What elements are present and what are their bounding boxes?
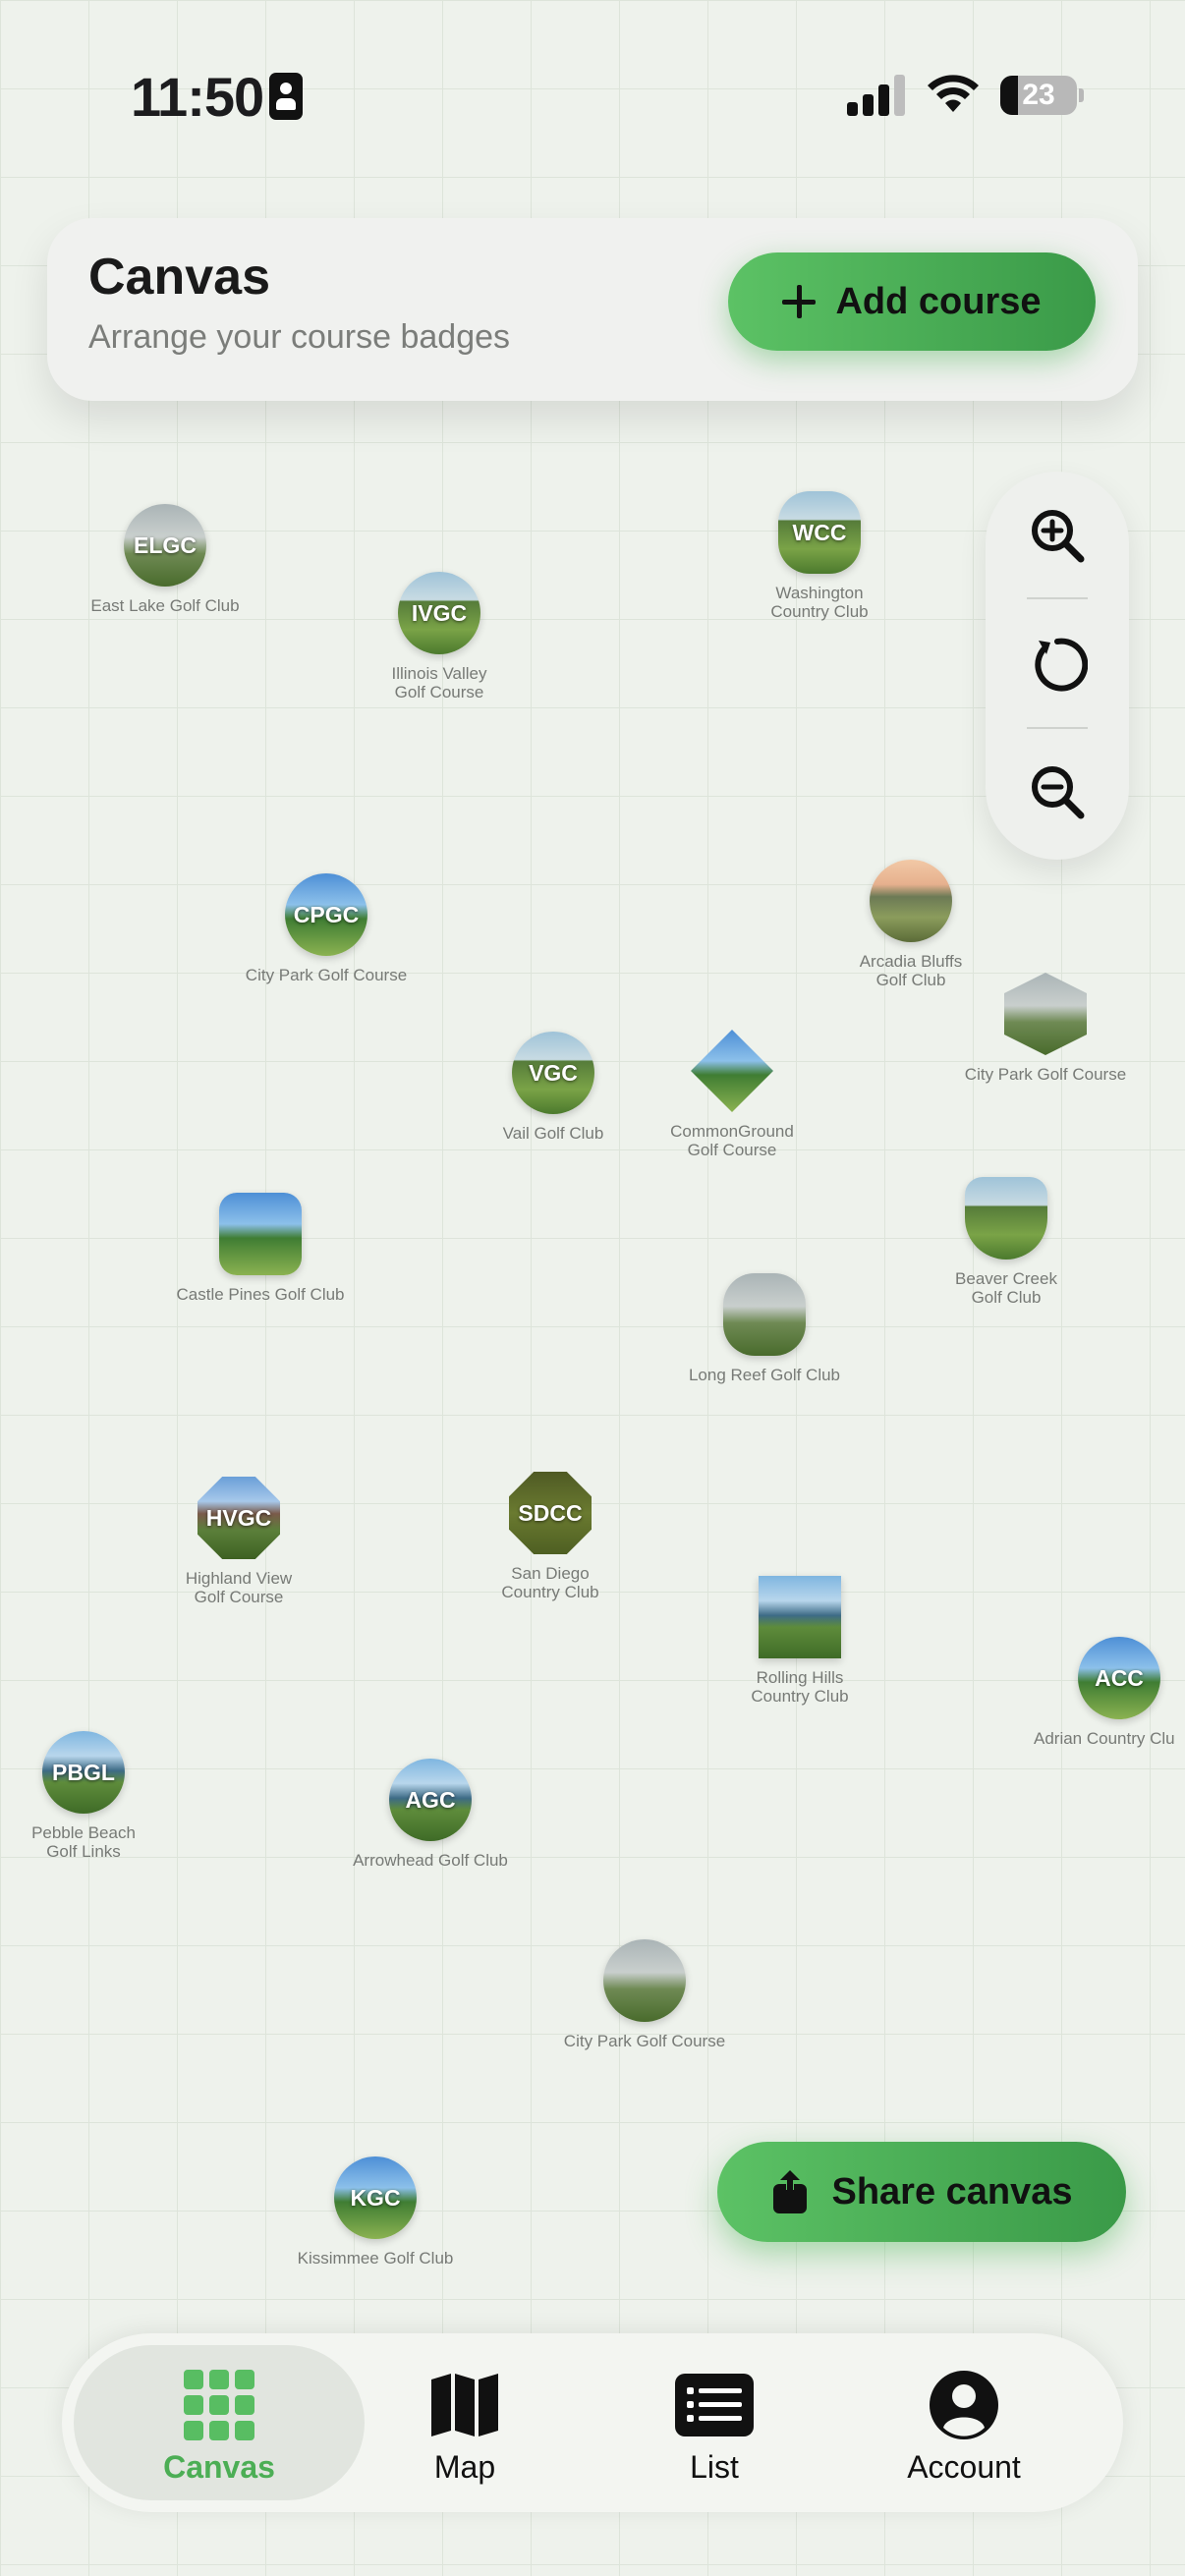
course-label: Highland View Golf Course: [185, 1569, 293, 1606]
reset-zoom-button[interactable]: [1008, 616, 1106, 714]
course-badge[interactable]: WCC: [778, 491, 861, 574]
course-badge[interactable]: [870, 860, 952, 942]
status-bar: 11:50 23: [0, 0, 1185, 187]
zoom-divider: [1027, 597, 1088, 599]
course-badge[interactable]: HVGC: [198, 1477, 280, 1559]
reset-icon: [1035, 638, 1088, 692]
course-label: City Park Golf Course: [245, 966, 408, 984]
course-label: City Park Golf Course: [964, 1065, 1127, 1084]
grid-icon: [184, 2369, 254, 2441]
course-badge[interactable]: [219, 1193, 302, 1275]
zoom-divider: [1027, 727, 1088, 729]
course-badge[interactable]: AGC: [389, 1759, 472, 1841]
id-card-icon: [269, 73, 303, 120]
course-badge[interactable]: SDCC: [509, 1472, 592, 1554]
share-icon: [773, 2170, 808, 2213]
list-icon: [675, 2369, 754, 2441]
course-badge[interactable]: ACC: [1078, 1637, 1160, 1719]
course-label: Rolling Hills Country Club: [751, 1668, 849, 1706]
course-badge[interactable]: PBGL: [42, 1731, 125, 1814]
course-label: Adrian Country Clu: [1034, 1729, 1175, 1748]
course-badge[interactable]: [965, 1177, 1047, 1260]
tab-label: List: [690, 2449, 739, 2485]
course-label: Pebble Beach Golf Links: [31, 1823, 136, 1861]
course-label: City Park Golf Course: [563, 2032, 726, 2050]
wifi-icon: [928, 75, 979, 112]
zoom-controls: [986, 472, 1129, 860]
course-badge[interactable]: ELGC: [124, 504, 206, 587]
course-label: CommonGround Golf Course: [670, 1122, 794, 1159]
course-badge[interactable]: [691, 1030, 773, 1112]
zoom-out-button[interactable]: [1008, 743, 1106, 841]
course-label: San Diego Country Club: [501, 1564, 599, 1601]
zoom-out-icon: [1032, 766, 1085, 819]
tab-label: Canvas: [163, 2449, 275, 2485]
battery-level: 23: [1022, 79, 1055, 111]
tab-map[interactable]: Map: [319, 2345, 610, 2500]
add-course-label: Add course: [835, 280, 1042, 322]
tab-account[interactable]: Account: [818, 2345, 1109, 2500]
course-badge[interactable]: IVGC: [398, 572, 480, 654]
course-label: Arcadia Bluffs Golf Club: [859, 952, 963, 989]
course-badge[interactable]: CPGC: [285, 873, 367, 956]
course-label: Illinois Valley Golf Course: [391, 664, 487, 701]
course-label: Beaver Creek Golf Club: [955, 1269, 1057, 1307]
course-badge[interactable]: [723, 1273, 806, 1356]
page-title: Canvas: [88, 249, 270, 306]
header-card: Canvas Arrange your course badges Add co…: [47, 218, 1138, 401]
page-subtitle: Arrange your course badges: [88, 318, 511, 356]
zoom-in-button[interactable]: [1008, 486, 1106, 585]
battery-cap: [1079, 88, 1084, 102]
battery-indicator: 23: [1000, 76, 1077, 115]
course-badge[interactable]: [603, 1939, 686, 2022]
add-course-button[interactable]: Add course: [728, 252, 1096, 351]
status-time: 11:50: [131, 66, 264, 128]
course-label: Long Reef Golf Club: [688, 1366, 841, 1384]
course-label: Washington Country Club: [770, 584, 869, 621]
map-icon: [429, 2369, 500, 2441]
tab-list[interactable]: List: [569, 2345, 860, 2500]
tab-label: Map: [433, 2449, 496, 2485]
course-label: East Lake Golf Club: [90, 596, 240, 615]
course-badge[interactable]: [759, 1576, 841, 1658]
share-canvas-button[interactable]: Share canvas: [717, 2142, 1126, 2242]
share-canvas-label: Share canvas: [831, 2170, 1073, 2212]
course-label: Arrowhead Golf Club: [353, 1851, 508, 1870]
tab-label: Account: [907, 2449, 1021, 2485]
plus-icon: [782, 285, 817, 318]
zoom-in-icon: [1032, 510, 1085, 563]
account-icon: [930, 2369, 998, 2441]
course-label: Castle Pines Golf Club: [176, 1285, 345, 1304]
course-badge[interactable]: KGC: [334, 2156, 417, 2239]
course-label: Kissimmee Golf Club: [297, 2249, 454, 2268]
cellular-signal-icon: [847, 75, 906, 116]
course-badge[interactable]: VGC: [512, 1032, 594, 1114]
tab-bar: Canvas Map List Account: [62, 2333, 1123, 2512]
